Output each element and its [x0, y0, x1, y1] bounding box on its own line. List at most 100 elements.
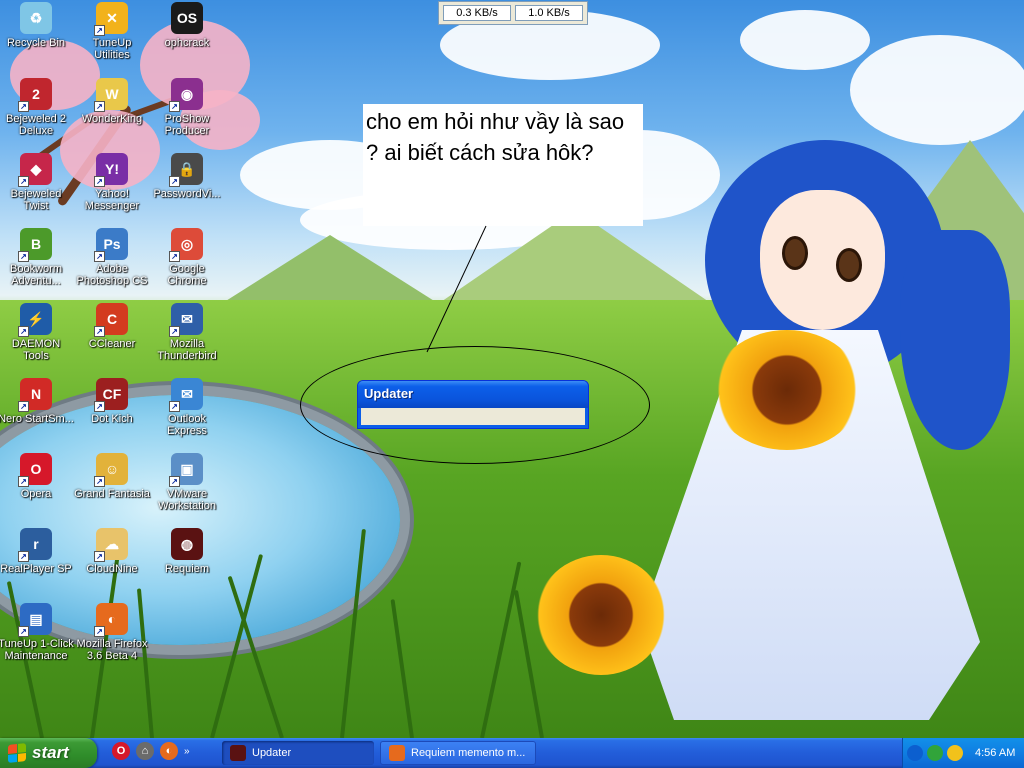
yahoo-tray-icon[interactable]: [947, 745, 963, 761]
opera-icon[interactable]: O: [112, 742, 130, 760]
desktop-icon[interactable]: CF ↗ Dot Kich: [74, 378, 150, 425]
desktop-icon[interactable]: ◆ ↗ Bejeweled Twist: [0, 153, 74, 212]
firefox-icon[interactable]: ◐: [160, 742, 178, 760]
photoshop-icon: Ps ↗: [94, 228, 128, 262]
chrome-icon: ◎ ↗: [169, 228, 203, 262]
shortcut-arrow-icon: ↗: [18, 551, 29, 562]
desktop-icon[interactable]: ◉ ↗ ProShow Producer: [149, 78, 225, 137]
shortcut-arrow-icon: ↗: [94, 251, 105, 262]
desktop-icon[interactable]: ♻ Recycle Bin: [0, 2, 74, 49]
bookworm-icon: B ↗: [18, 228, 52, 262]
girl-eye: [836, 248, 862, 282]
updater-window[interactable]: Updater: [357, 380, 589, 429]
desktop-icon[interactable]: ⚡ ↗ DAEMON Tools: [0, 303, 74, 362]
ccleaner-icon: C ↗: [94, 303, 128, 337]
shortcut-arrow-icon: ↗: [169, 251, 180, 262]
desktop-icon-label: Opera: [20, 488, 52, 500]
outlook-express-icon: ✉ ↗: [169, 378, 203, 412]
desktop-icon[interactable]: W ↗ WonderKing: [74, 78, 150, 125]
start-button[interactable]: start: [0, 738, 97, 768]
shortcut-arrow-icon: ↗: [18, 251, 29, 262]
desktop-icon[interactable]: O ↗ Opera: [0, 453, 74, 500]
shortcut-arrow-icon: ↗: [169, 176, 180, 187]
task-label-0: Updater: [252, 747, 292, 759]
desktop-icon-label: Recycle Bin: [6, 37, 66, 49]
chevron-left-icon[interactable]: [907, 745, 923, 761]
shortcut-arrow-icon: ↗: [94, 176, 105, 187]
shortcut-arrow-icon: ↗: [18, 326, 29, 337]
thunderbird-icon: ✉ ↗: [169, 303, 203, 337]
opera-icon: O ↗: [18, 453, 52, 487]
proshow-icon: ◉ ↗: [169, 78, 203, 112]
desktop-icon[interactable]: 🔒 ↗ PasswordVi...: [149, 153, 225, 200]
desktop-icon-label: Bejeweled Twist: [10, 188, 62, 212]
bejeweled-icon: 2 ↗: [18, 78, 52, 112]
desktop-icon[interactable]: ☺ ↗ Grand Fantasia: [74, 453, 150, 500]
clock[interactable]: 4:56 AM: [975, 747, 1015, 759]
updater-title[interactable]: Updater: [358, 381, 588, 408]
desktop-icon[interactable]: ✕ ↗ TuneUp Utilities: [74, 2, 150, 61]
desktop-icon-label: Outlook Express: [167, 413, 207, 437]
shortcut-arrow-icon: ↗: [18, 101, 29, 112]
desktop-icon[interactable]: C ↗ CCleaner: [74, 303, 150, 350]
shortcut-arrow-icon: ↗: [94, 101, 105, 112]
shortcut-arrow-icon: ↗: [169, 326, 180, 337]
desktop-icon-label: Dot Kich: [91, 413, 133, 425]
chevron-right-icon[interactable]: »: [184, 746, 190, 757]
desktop-icon-label: Mozilla Firefox 3.6 Beta 4: [76, 638, 148, 662]
desktop-icon[interactable]: OS ophcrack: [149, 2, 225, 49]
desktop-icon[interactable]: ✉ ↗ Mozilla Thunderbird: [149, 303, 225, 362]
system-tray: 4:56 AM: [902, 738, 1024, 768]
shortcut-arrow-icon: ↗: [18, 401, 29, 412]
task-label-1: Requiem memento m...: [411, 747, 526, 759]
desktop-icon[interactable]: ◍ Requiem: [149, 528, 225, 575]
cloud: [850, 35, 1024, 145]
girl-eye: [782, 236, 808, 270]
desktop-icon[interactable]: Ps ↗ Adobe Photoshop CS: [74, 228, 150, 287]
shortcut-arrow-icon: ↗: [94, 626, 105, 637]
vmware-icon: ▣ ↗: [169, 453, 203, 487]
taskbar-button-firefox[interactable]: Requiem memento m...: [380, 741, 536, 765]
desktop-icon[interactable]: r ↗ RealPlayer SP: [0, 528, 74, 575]
desktop-icon[interactable]: Y! ↗ Yahoo! Messenger: [74, 153, 150, 212]
desktop-icon-label: RealPlayer SP: [0, 563, 72, 575]
desktop-icon[interactable]: B ↗ Bookworm Adventu...: [0, 228, 74, 287]
girl-face: [760, 190, 885, 330]
desktop-icon-label: ophcrack: [164, 37, 210, 49]
desktop-icon[interactable]: ✉ ↗ Outlook Express: [149, 378, 225, 437]
desktop-icon-label: DAEMON Tools: [11, 338, 61, 362]
network-icon[interactable]: ⌂: [136, 742, 154, 760]
upload-speed: 1.0 KB/s: [515, 5, 583, 21]
desktop[interactable]: ♻ Recycle Bin ✕ ↗ TuneUp Utilities OS ophcrack…: [0, 0, 1024, 738]
desktop-icon[interactable]: ▣ ↗ VMware Workstation: [149, 453, 225, 512]
desktop-icon[interactable]: 2 ↗ Bejeweled 2 Deluxe: [0, 78, 74, 137]
firefox-icon: [389, 745, 405, 761]
grand-fantasia-icon: ☺ ↗: [94, 453, 128, 487]
dot-kich-icon: CF ↗: [94, 378, 128, 412]
desktop-icon-label: WonderKing: [81, 113, 143, 125]
taskbar-button-updater[interactable]: Updater: [222, 741, 374, 765]
desktop-icon-label: TuneUp Utilities: [92, 37, 132, 61]
desktop-icon-label: CCleaner: [88, 338, 136, 350]
shortcut-arrow-icon: ↗: [18, 476, 29, 487]
desktop-icon[interactable]: ☁ ↗ CloudNine: [74, 528, 150, 575]
network-arrows-icon[interactable]: [927, 745, 943, 761]
shortcut-arrow-icon: ↗: [169, 101, 180, 112]
network-meter: 0.3 KB/s 1.0 KB/s: [438, 1, 588, 25]
shortcut-arrow-icon: ↗: [18, 626, 29, 637]
desktop-icon[interactable]: ▤ ↗ TuneUp 1-Click Maintenance: [0, 603, 74, 662]
cloudnine-icon: ☁ ↗: [94, 528, 128, 562]
desktop-icon[interactable]: ◎ ↗ Google Chrome: [149, 228, 225, 287]
desktop-icon-label: Yahoo! Messenger: [84, 188, 140, 212]
recycle-bin-icon: ♻: [20, 2, 52, 34]
firefox-icon: ◐ ↗: [94, 603, 128, 637]
shortcut-arrow-icon: ↗: [94, 25, 105, 36]
desktop-icon[interactable]: ◐ ↗ Mozilla Firefox 3.6 Beta 4: [74, 603, 150, 662]
shortcut-arrow-icon: ↗: [18, 176, 29, 187]
desktop-icon[interactable]: N ↗ Nero StartSm...: [0, 378, 74, 425]
desktop-icon-label: Bejeweled 2 Deluxe: [6, 113, 66, 137]
requiem-icon: ◍: [171, 528, 203, 560]
yahoo-messenger-icon: Y! ↗: [94, 153, 128, 187]
daemon-tools-icon: ⚡ ↗: [18, 303, 52, 337]
desktop-icon-label: TuneUp 1-Click Maintenance: [0, 638, 74, 662]
